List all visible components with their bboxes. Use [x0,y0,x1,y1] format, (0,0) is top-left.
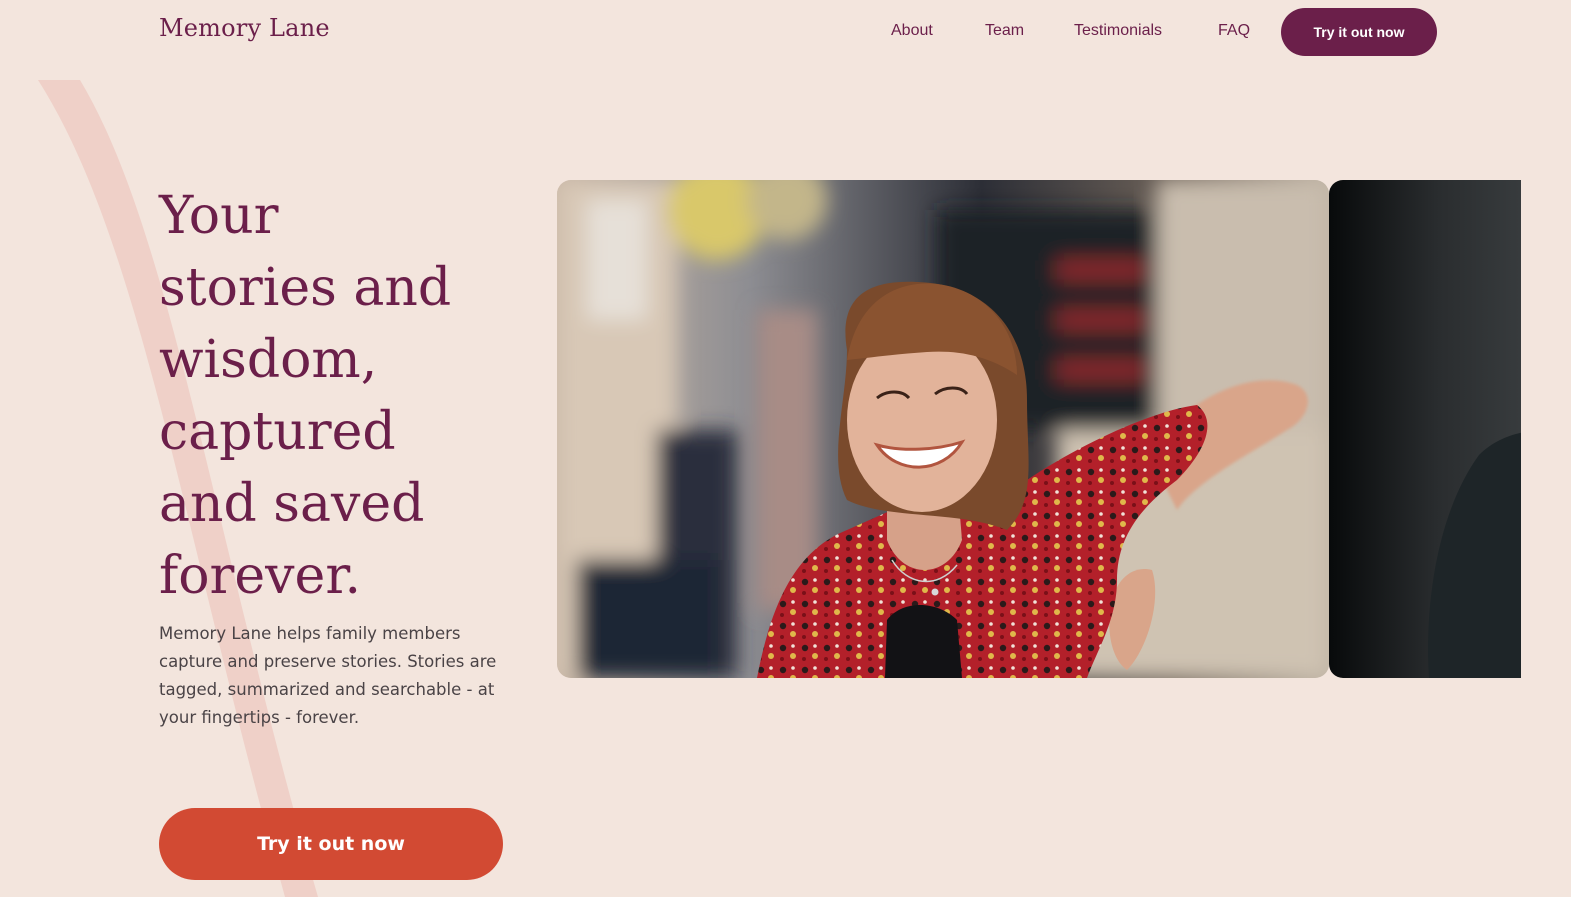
nav-link-team[interactable]: Team [985,22,1024,40]
carousel-photo-person-dark [1329,180,1521,678]
brand-logo[interactable]: Memory Lane [159,14,330,42]
landing-page: Memory Lane About Team Testimonials FAQ … [0,0,1571,897]
hero-try-it-button[interactable]: Try it out now [159,808,503,880]
carousel-photo-smiling-woman [557,180,1329,678]
nav-link-testimonials[interactable]: Testimonials [1074,22,1162,40]
nav-link-faq[interactable]: FAQ [1218,22,1250,40]
photo-carousel [557,180,1521,678]
header-try-it-button[interactable]: Try it out now [1281,8,1437,56]
nav-link-about[interactable]: About [891,22,933,40]
hero-headline: Your stories and wisdom, captured and sa… [159,186,452,606]
hero-description: Memory Lane helps family members capture… [159,624,497,727]
